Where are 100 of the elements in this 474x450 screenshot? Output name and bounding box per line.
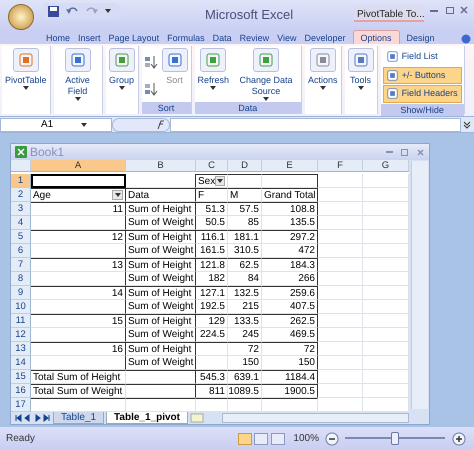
toggle-button[interactable]: +/- Buttons [382, 66, 462, 84]
row-header[interactable]: 15 [11, 370, 31, 384]
table-cell: 13 [31, 258, 126, 272]
ribbon-tab[interactable]: View [273, 30, 300, 44]
sheet-tab[interactable]: Table_1 [53, 412, 104, 424]
selected-cell[interactable] [31, 174, 126, 188]
ribbon-button[interactable]: Change Data Source [233, 48, 300, 102]
table-cell: Grand Total [262, 188, 318, 202]
ribbon-tab[interactable]: Data [208, 30, 236, 44]
ribbon-tab[interactable]: Insert [74, 30, 105, 44]
column-header[interactable]: B [126, 160, 196, 172]
table-cell: Sum of Height [126, 314, 196, 328]
minimize-icon[interactable] [386, 150, 392, 154]
row-header[interactable]: 12 [11, 328, 31, 342]
row-header[interactable]: 4 [11, 216, 31, 230]
row-header[interactable]: 14 [11, 356, 31, 370]
column-header[interactable]: C [196, 160, 228, 172]
table-cell: Sum of Weight [126, 356, 196, 370]
empty-cell [318, 258, 363, 272]
table-cell: 135.5 [262, 216, 318, 230]
column-header[interactable]: D [228, 160, 262, 172]
slider-thumb[interactable] [391, 432, 400, 445]
command-icon [114, 53, 129, 67]
formula-input[interactable] [170, 118, 460, 132]
minimize-icon[interactable] [430, 10, 438, 13]
table-cell: 127.1 [196, 286, 228, 300]
undo-icon[interactable] [65, 6, 79, 16]
customize-icon[interactable] [105, 8, 111, 14]
row-header[interactable]: 1 [11, 174, 31, 188]
help-icon[interactable] [461, 34, 472, 44]
table-cell: Sum of Weight [126, 300, 196, 314]
row-header[interactable]: 3 [11, 202, 31, 216]
column-header[interactable]: E [262, 160, 318, 172]
row-header[interactable]: 8 [11, 272, 31, 286]
table-cell: F [196, 188, 228, 202]
new-sheet-icon[interactable] [190, 413, 204, 423]
ribbon-tab[interactable]: Review [236, 30, 274, 44]
row-header[interactable]: 5 [11, 230, 31, 244]
ribbon-tab[interactable]: Page Layout [104, 30, 164, 44]
table-cell: 62.5 [228, 258, 262, 272]
maximize-icon[interactable] [401, 148, 408, 156]
caret-icon [114, 193, 120, 197]
empty-cell [318, 216, 363, 230]
view-button[interactable] [271, 432, 286, 444]
save-icon[interactable] [48, 6, 59, 16]
ribbon-button[interactable]: Refresh [196, 48, 230, 102]
row-header[interactable]: 17 [11, 398, 31, 412]
office-button[interactable] [8, 4, 34, 30]
row-header[interactable]: 6 [11, 244, 31, 258]
sort-ascending-icon[interactable] [144, 54, 158, 68]
ribbon-tab[interactable]: Formulas [163, 30, 209, 44]
row-header[interactable]: 9 [11, 286, 31, 300]
empty-cell [363, 356, 409, 370]
zoom-in-icon[interactable] [452, 432, 466, 446]
field-icon [386, 88, 398, 100]
table-cell: 12 [31, 230, 126, 244]
row-header[interactable]: 16 [11, 384, 31, 398]
ribbon-tab[interactable]: Home [42, 30, 74, 44]
sheet-navigation-icon[interactable] [15, 414, 51, 422]
table-cell: 472 [262, 244, 318, 258]
row-header[interactable]: 7 [11, 258, 31, 272]
empty-cell [318, 370, 363, 384]
ribbon-tab[interactable]: Options [352, 30, 400, 44]
column-header[interactable]: A [31, 160, 126, 172]
filter-dropdown-button[interactable] [215, 176, 225, 186]
toggle-button[interactable]: Field List [382, 48, 462, 66]
view-button[interactable] [254, 432, 268, 444]
filter-dropdown-button[interactable] [112, 190, 123, 200]
command-icon [316, 53, 330, 67]
ribbon-tab[interactable]: Design [402, 30, 439, 44]
empty-cell [318, 314, 363, 328]
column-header[interactable]: F [318, 160, 363, 172]
sort-descending-icon[interactable] [144, 82, 158, 96]
table-cell: Sum of Height [126, 258, 196, 272]
zoom-level: 100% [293, 432, 319, 446]
maximize-icon[interactable] [446, 7, 454, 14]
column-header[interactable]: G [363, 160, 409, 172]
ribbon-tab[interactable]: Developer [300, 30, 350, 44]
expand-icon[interactable] [463, 120, 472, 128]
close-icon[interactable] [416, 148, 424, 156]
row-header[interactable]: 13 [11, 342, 31, 356]
table-cell: 57.5 [228, 202, 262, 216]
empty-cell [363, 174, 409, 188]
horizontal-scrollbar[interactable] [222, 413, 409, 423]
row-header[interactable]: 11 [11, 314, 31, 328]
table-cell: 129 [196, 314, 228, 328]
close-icon[interactable] [460, 6, 468, 14]
vertical-scrollbar[interactable] [411, 161, 428, 409]
command-icon [168, 53, 182, 67]
zoom-out-icon[interactable] [324, 432, 338, 446]
row-header[interactable]: 2 [11, 188, 31, 202]
toggle-button[interactable]: Field Headers [382, 85, 462, 102]
empty-cell [363, 258, 409, 272]
empty-cell [318, 286, 363, 300]
row-header[interactable]: 10 [11, 300, 31, 314]
name-box[interactable]: A1 [0, 118, 112, 132]
table-cell: 1089.5 [228, 384, 262, 398]
table-cell: Total Sum of Weight [31, 384, 126, 398]
sheet-tab[interactable]: Table_1_pivot [106, 412, 188, 424]
table-cell: Data [126, 188, 196, 202]
